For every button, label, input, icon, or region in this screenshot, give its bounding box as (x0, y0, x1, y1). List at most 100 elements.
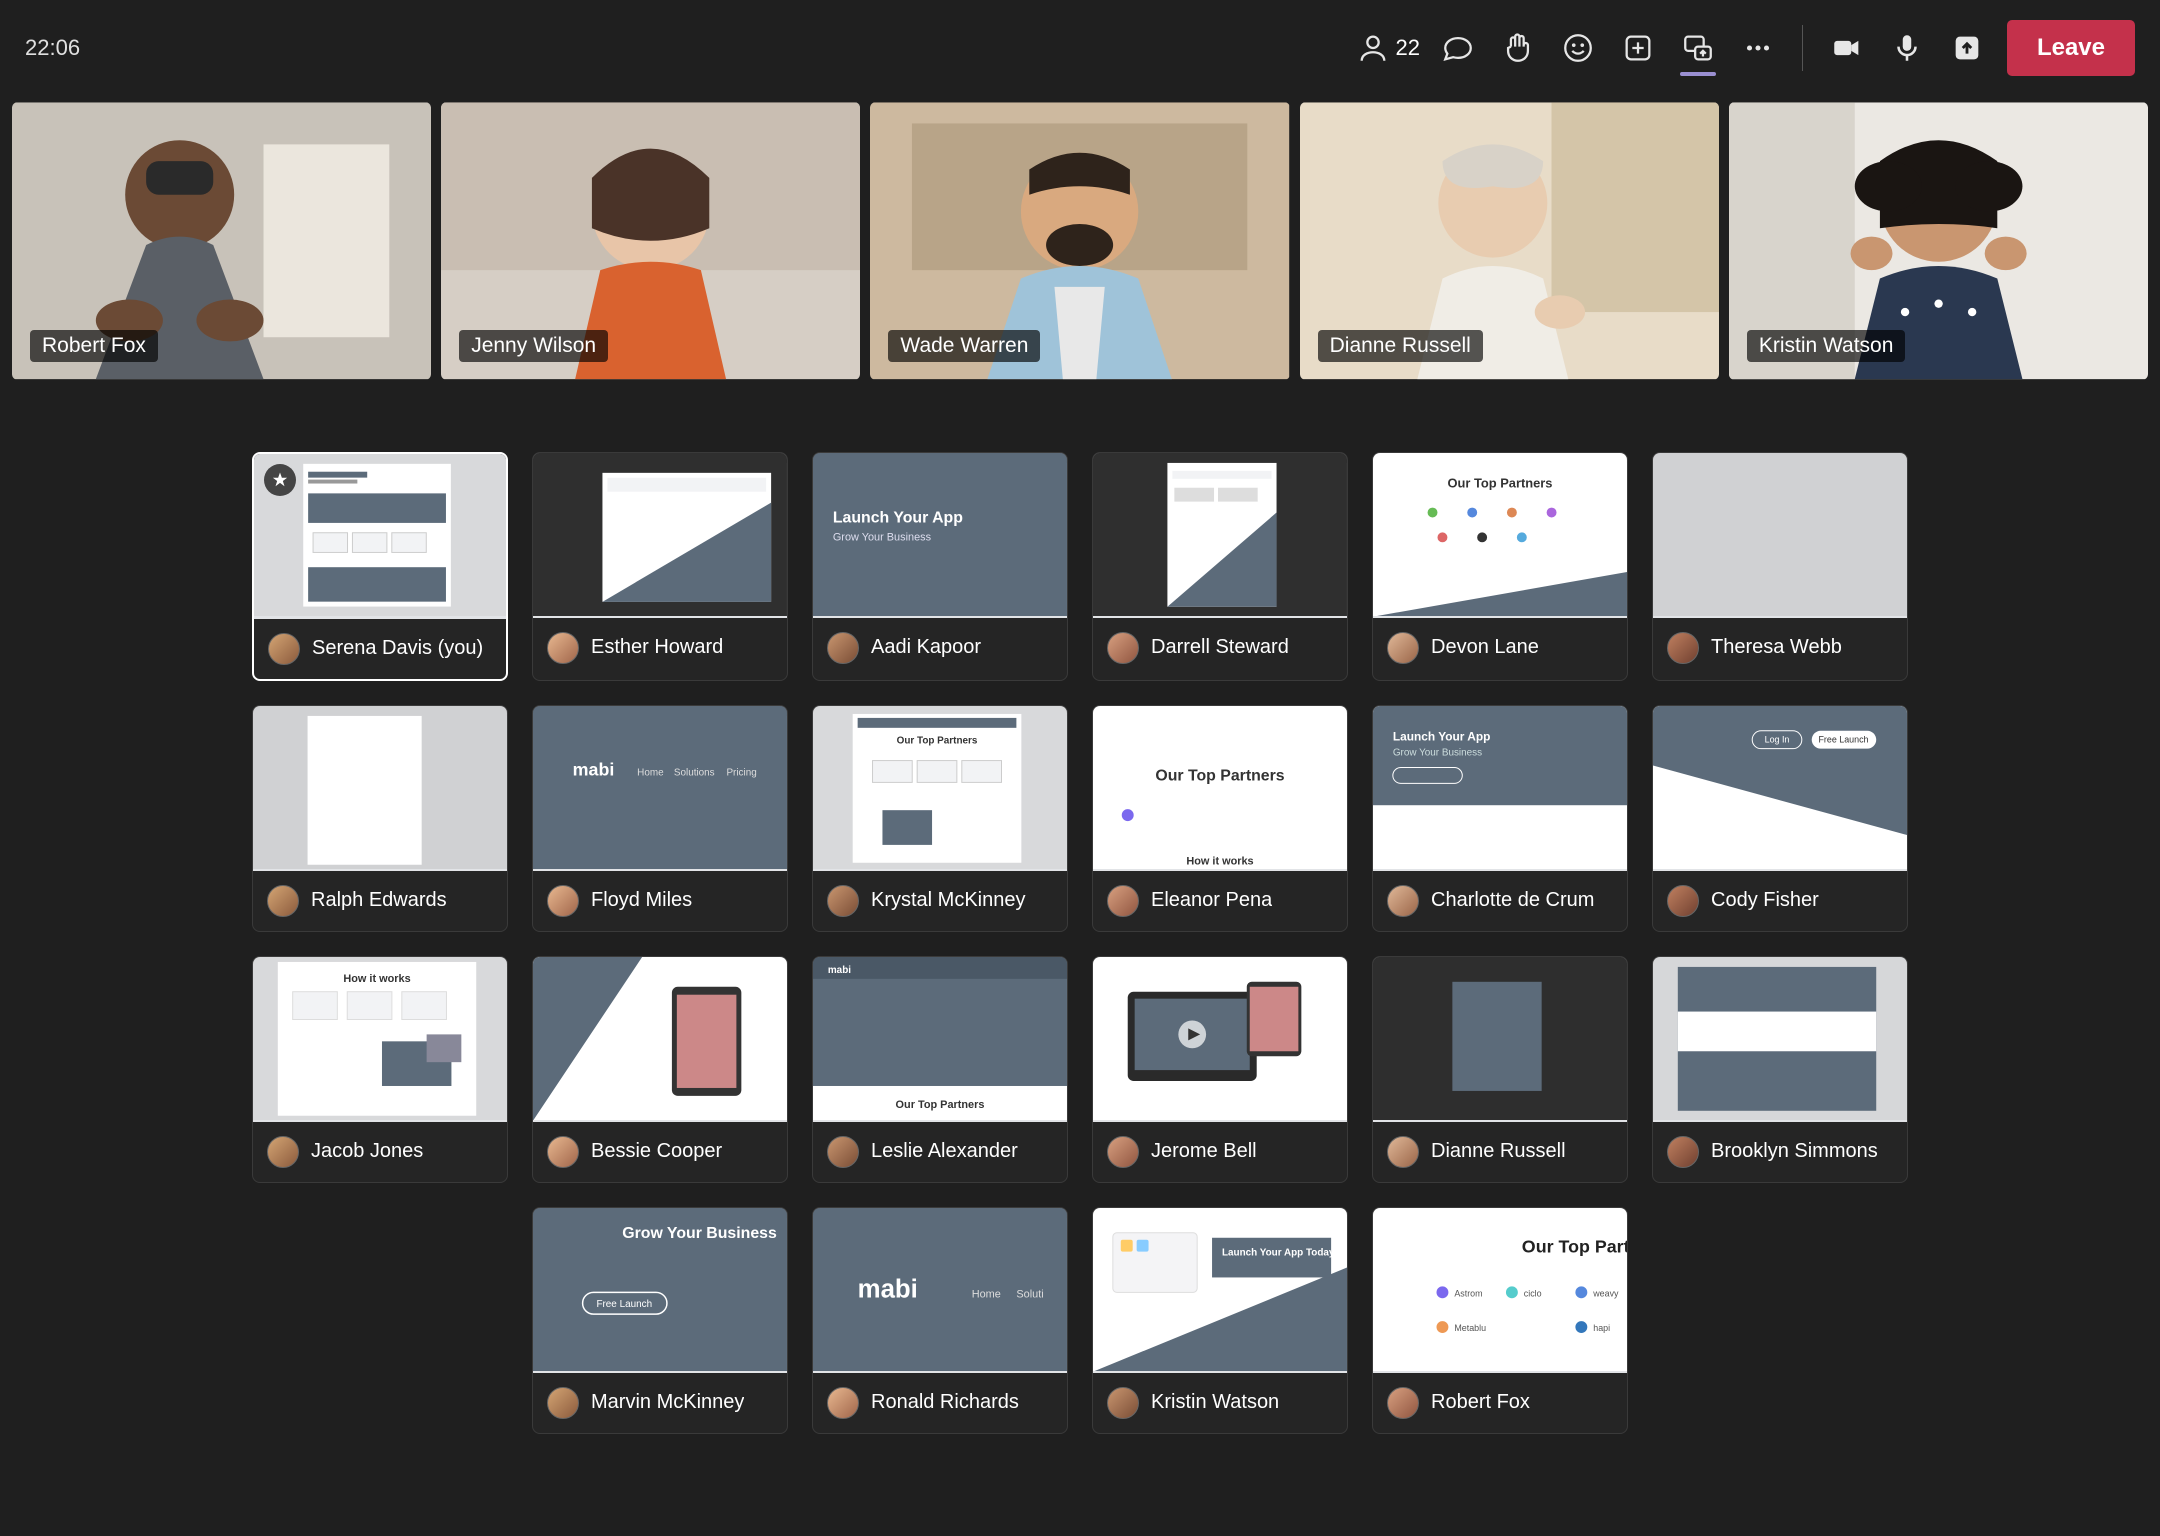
avatar (827, 885, 859, 917)
share-footer: Eleanor Pena (1093, 871, 1347, 931)
share-tile[interactable]: Our Top Partners How it works Eleanor Pen… (1092, 705, 1348, 932)
upload-share-button[interactable] (1937, 18, 1997, 78)
participants-button[interactable] (1343, 18, 1403, 78)
share-thumbnail: Grow Your Business Free Launch (533, 1208, 787, 1373)
video-tile[interactable]: Robert Fox (12, 102, 431, 380)
share-thumbnail (253, 706, 507, 871)
apps-button[interactable] (1608, 18, 1668, 78)
camera-button[interactable] (1817, 18, 1877, 78)
svg-text:Our Top Partners: Our Top Partners (1155, 767, 1284, 784)
avatar (547, 1136, 579, 1168)
chat-button[interactable] (1428, 18, 1488, 78)
video-tile[interactable]: Jenny Wilson (441, 102, 860, 380)
svg-text:Free Launch: Free Launch (596, 1299, 652, 1310)
share-tile[interactable]: Theresa Webb (1652, 452, 1908, 681)
share-participant-name: Robert Fox (1431, 1391, 1530, 1414)
share-participant-name: Marvin McKinney (591, 1391, 744, 1414)
share-thumbnail: Our Top Partners (1373, 453, 1627, 618)
share-footer: Cody Fisher (1653, 871, 1907, 931)
video-participants-row: Robert Fox Jenny Wilson Wade Warren Dian… (0, 102, 2160, 380)
svg-text:How it works: How it works (1186, 855, 1253, 867)
share-footer: Leslie Alexander (813, 1122, 1067, 1182)
video-tile[interactable]: Kristin Watson (1729, 102, 2148, 380)
share-participant-name: Bessie Cooper (591, 1140, 722, 1163)
share-tile[interactable]: Launch Your AppGrow Your Business Charlo… (1372, 705, 1628, 932)
avatar (827, 1136, 859, 1168)
share-tile[interactable]: Ralph Edwards (252, 705, 508, 932)
share-tile[interactable]: Log In Free Launch Cody Fisher (1652, 705, 1908, 932)
share-participant-name: Floyd Miles (591, 889, 692, 912)
share-tile[interactable]: Jerome Bell (1092, 956, 1348, 1183)
share-thumbnail: Our Top Partners How it works (1093, 706, 1347, 871)
share-tile[interactable]: Dianne Russell (1372, 956, 1628, 1183)
avatar (1107, 885, 1139, 917)
participant-name: Dianne Russell (1318, 330, 1483, 362)
svg-text:Free Launch: Free Launch (1818, 734, 1868, 744)
video-tile[interactable]: Dianne Russell (1300, 102, 1719, 380)
mic-button[interactable] (1877, 18, 1937, 78)
svg-text:Launch Your App Today: Launch Your App Today (1222, 1247, 1335, 1258)
share-participant-name: Devon Lane (1431, 636, 1539, 659)
share-tile[interactable]: Esther Howard (532, 452, 788, 681)
share-footer: Darrell Steward (1093, 618, 1347, 678)
share-thumbnail (1653, 957, 1907, 1122)
more-options-button[interactable] (1728, 18, 1788, 78)
share-footer: Bessie Cooper (533, 1122, 787, 1182)
share-participant-name: Leslie Alexander (871, 1140, 1018, 1163)
share-participant-name: Charlotte de Crum (1431, 889, 1594, 912)
share-tile[interactable]: Launch Your AppGrow Your Business Aadi K… (812, 452, 1068, 681)
share-tile[interactable]: mabiHomeSoluti Ronald Richards (812, 1207, 1068, 1434)
svg-text:How it works: How it works (343, 972, 410, 984)
participant-name: Kristin Watson (1747, 330, 1906, 362)
avatar (1387, 632, 1419, 664)
share-tile[interactable]: Our Top PartnAstromcicloweavyMetabluhapi… (1372, 1207, 1628, 1434)
meeting-time: 22:06 (25, 35, 80, 61)
share-participant-name: Darrell Steward (1151, 636, 1289, 659)
share-tile[interactable]: Brooklyn Simmons (1652, 956, 1908, 1183)
share-footer: Brooklyn Simmons (1653, 1122, 1907, 1182)
share-thumbnail: mabiOur Top Partners (813, 957, 1067, 1122)
star-icon (264, 464, 296, 496)
avatar (827, 632, 859, 664)
avatar (1387, 1136, 1419, 1168)
share-thumbnail (1373, 957, 1627, 1122)
share-footer: Ronald Richards (813, 1373, 1067, 1433)
share-screen-button[interactable] (1668, 18, 1728, 78)
share-participant-name: Theresa Webb (1711, 636, 1842, 659)
share-tile[interactable]: Grow Your Business Free Launch Marvin McK… (532, 1207, 788, 1434)
share-tile[interactable]: Serena Davis (you) (252, 452, 508, 681)
share-participant-name: Ronald Richards (871, 1391, 1019, 1414)
share-tile[interactable]: Darrell Steward (1092, 452, 1348, 681)
reactions-button[interactable] (1548, 18, 1608, 78)
leave-button[interactable]: Leave (2007, 20, 2135, 76)
svg-text:Our Top Partn: Our Top Partn (1522, 1236, 1627, 1256)
svg-text:Grow Your Business: Grow Your Business (622, 1224, 777, 1241)
share-footer: Esther Howard (533, 618, 787, 678)
svg-text:mabi: mabi (573, 759, 615, 779)
raise-hand-button[interactable] (1488, 18, 1548, 78)
share-tile[interactable]: Our Top Partners Krystal McKinney (812, 705, 1068, 932)
share-participant-name: Esther Howard (591, 636, 723, 659)
svg-text:Metablu: Metablu (1454, 1323, 1486, 1333)
share-tile[interactable]: Our Top Partners Devon Lane (1372, 452, 1628, 681)
share-participant-name: Jerome Bell (1151, 1140, 1257, 1163)
share-tile[interactable]: How it works Jacob Jones (252, 956, 508, 1183)
share-participant-name: Aadi Kapoor (871, 636, 981, 659)
share-footer: Dianne Russell (1373, 1122, 1627, 1182)
svg-text:Home: Home (972, 1288, 1001, 1300)
share-tile[interactable]: Launch Your App Today Kristin Watson (1092, 1207, 1348, 1434)
share-tile[interactable]: mabiHomeSolutionsPricing Floyd Miles (532, 705, 788, 932)
share-thumbnail (533, 957, 787, 1122)
share-participant-name: Eleanor Pena (1151, 889, 1272, 912)
share-thumbnail: mabiHomeSoluti (813, 1208, 1067, 1373)
share-tile[interactable]: Bessie Cooper (532, 956, 788, 1183)
toolbar-divider (1802, 25, 1803, 71)
share-tile[interactable]: mabiOur Top Partners Leslie Alexander (812, 956, 1068, 1183)
avatar (547, 1387, 579, 1419)
video-tile[interactable]: Wade Warren (870, 102, 1289, 380)
svg-text:Soluti: Soluti (1016, 1288, 1043, 1300)
share-participant-name: Cody Fisher (1711, 889, 1819, 912)
share-participant-name: Jacob Jones (311, 1140, 423, 1163)
svg-text:Log In: Log In (1765, 734, 1790, 744)
participant-name: Jenny Wilson (459, 330, 608, 362)
